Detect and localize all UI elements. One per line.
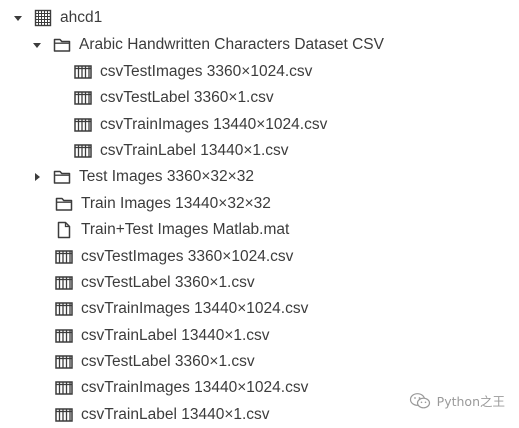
tree-item-label: Arabic Handwritten Characters Dataset CS… — [79, 36, 384, 53]
tree-item-label: csvTrainLabel 13440×1.csv — [81, 406, 270, 423]
table-icon — [55, 248, 73, 266]
table-icon — [74, 89, 92, 107]
table-icon — [74, 142, 92, 160]
tree-item-label: csvTestLabel 3360×1.csv — [100, 89, 274, 106]
tree-item-label: ahcd1 — [60, 9, 103, 26]
tree-item-label: csvTestImages 3360×1024.csv — [100, 63, 313, 80]
tree-item-label: Train Images 13440×32×32 — [81, 195, 271, 212]
table-icon — [55, 353, 73, 371]
tree-item-file[interactable]: csvTestLabel 3360×1.csv — [55, 349, 255, 375]
tree-item-file[interactable]: csvTrainImages 13440×1024.csv — [55, 296, 308, 322]
wechat-icon — [409, 392, 431, 410]
watermark-text: Python之王 — [436, 394, 505, 409]
tree-item-file[interactable]: csvTrainLabel 13440×1.csv — [55, 402, 270, 428]
folder-icon — [55, 195, 73, 213]
tree-item-label: Test Images 3360×32×32 — [79, 168, 254, 185]
tree-item-file[interactable]: Train+Test Images Matlab.mat — [55, 217, 289, 243]
tree-item-folder-test-images[interactable]: Test Images 3360×32×32 — [31, 164, 254, 190]
table-icon — [74, 63, 92, 81]
folder-icon — [53, 36, 71, 54]
dataset-grid-icon — [34, 9, 52, 27]
table-icon — [55, 300, 73, 318]
tree-item-label: csvTrainImages 13440×1024.csv — [81, 379, 309, 396]
tree-item-file[interactable]: csvTrainLabel 13440×1.csv — [74, 138, 289, 164]
tree-item-label: csvTrainImages 13440×1024.csv — [81, 300, 309, 317]
tree-item-label: Train+Test Images Matlab.mat — [81, 221, 290, 238]
caret-collapsed-icon[interactable] — [31, 171, 43, 183]
table-icon — [55, 327, 73, 345]
tree-item-label: csvTrainImages 13440×1024.csv — [100, 116, 328, 133]
tree-item-folder-train-images[interactable]: Train Images 13440×32×32 — [55, 191, 271, 217]
caret-expanded-icon[interactable] — [31, 39, 43, 51]
watermark: Python之王 — [409, 391, 505, 410]
tree-item-file[interactable]: csvTrainLabel 13440×1.csv — [55, 323, 270, 349]
tree-item-folder-csv[interactable]: Arabic Handwritten Characters Dataset CS… — [31, 32, 384, 58]
tree-item-ahcd1[interactable]: ahcd1 — [12, 5, 102, 31]
tree-item-file[interactable]: csvTestLabel 3360×1.csv — [55, 270, 255, 296]
tree-item-label: csvTestLabel 3360×1.csv — [81, 274, 255, 291]
tree-item-file[interactable]: csvTestImages 3360×1024.csv — [74, 59, 312, 85]
tree-item-file[interactable]: csvTrainImages 13440×1024.csv — [55, 375, 308, 401]
tree-item-label: csvTrainLabel 13440×1.csv — [81, 327, 270, 344]
tree-item-file[interactable]: csvTrainImages 13440×1024.csv — [74, 112, 327, 138]
table-icon — [55, 379, 73, 397]
table-icon — [74, 116, 92, 134]
tree-item-label: csvTestImages 3360×1024.csv — [81, 248, 294, 265]
file-icon — [55, 221, 73, 239]
tree-item-label: csvTestLabel 3360×1.csv — [81, 353, 255, 370]
tree-item-file[interactable]: csvTestImages 3360×1024.csv — [55, 244, 293, 270]
table-icon — [55, 274, 73, 292]
table-icon — [55, 406, 73, 424]
tree-item-file[interactable]: csvTestLabel 3360×1.csv — [74, 85, 274, 111]
folder-icon — [53, 168, 71, 186]
caret-expanded-icon[interactable] — [12, 12, 24, 24]
tree-item-label: csvTrainLabel 13440×1.csv — [100, 142, 289, 159]
